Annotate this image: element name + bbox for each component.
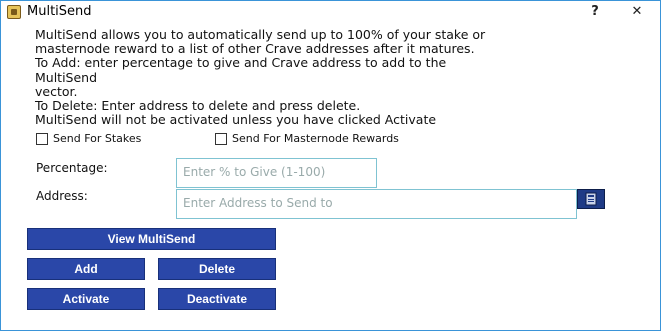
send-for-stakes-label: Send For Stakes bbox=[53, 132, 142, 145]
delete-button[interactable]: Delete bbox=[158, 258, 276, 280]
description-text: MultiSend allows you to automatically se… bbox=[35, 27, 486, 128]
percentage-input[interactable]: Enter % to Give (1-100) bbox=[176, 158, 377, 188]
address-label: Address: bbox=[36, 189, 88, 203]
multisend-window: MultiSend ? ✕ MultiSend allows you to au… bbox=[0, 0, 661, 331]
address-book-icon bbox=[585, 192, 597, 206]
address-book-button[interactable] bbox=[577, 189, 605, 209]
address-input[interactable]: Enter Address to Send to bbox=[176, 189, 577, 219]
crave-app-icon bbox=[7, 5, 21, 19]
send-for-masternode-label: Send For Masternode Rewards bbox=[232, 132, 399, 145]
checkbox-box[interactable] bbox=[215, 132, 227, 145]
close-button[interactable]: ✕ bbox=[615, 1, 659, 21]
window-title: MultiSend bbox=[27, 4, 92, 19]
send-for-masternode-checkbox[interactable]: Send For Masternode Rewards bbox=[215, 132, 399, 145]
checkbox-box[interactable] bbox=[36, 132, 48, 145]
help-button[interactable]: ? bbox=[581, 1, 609, 21]
deactivate-button[interactable]: Deactivate bbox=[158, 288, 276, 310]
view-multisend-button[interactable]: View MultiSend bbox=[27, 228, 276, 250]
percentage-label: Percentage: bbox=[36, 161, 108, 175]
title-bar: MultiSend ? ✕ bbox=[1, 1, 660, 25]
send-for-stakes-checkbox[interactable]: Send For Stakes bbox=[36, 132, 141, 145]
activate-button[interactable]: Activate bbox=[27, 288, 145, 310]
add-button[interactable]: Add bbox=[27, 258, 145, 280]
dialog-body: MultiSend allows you to automatically se… bbox=[3, 26, 659, 329]
